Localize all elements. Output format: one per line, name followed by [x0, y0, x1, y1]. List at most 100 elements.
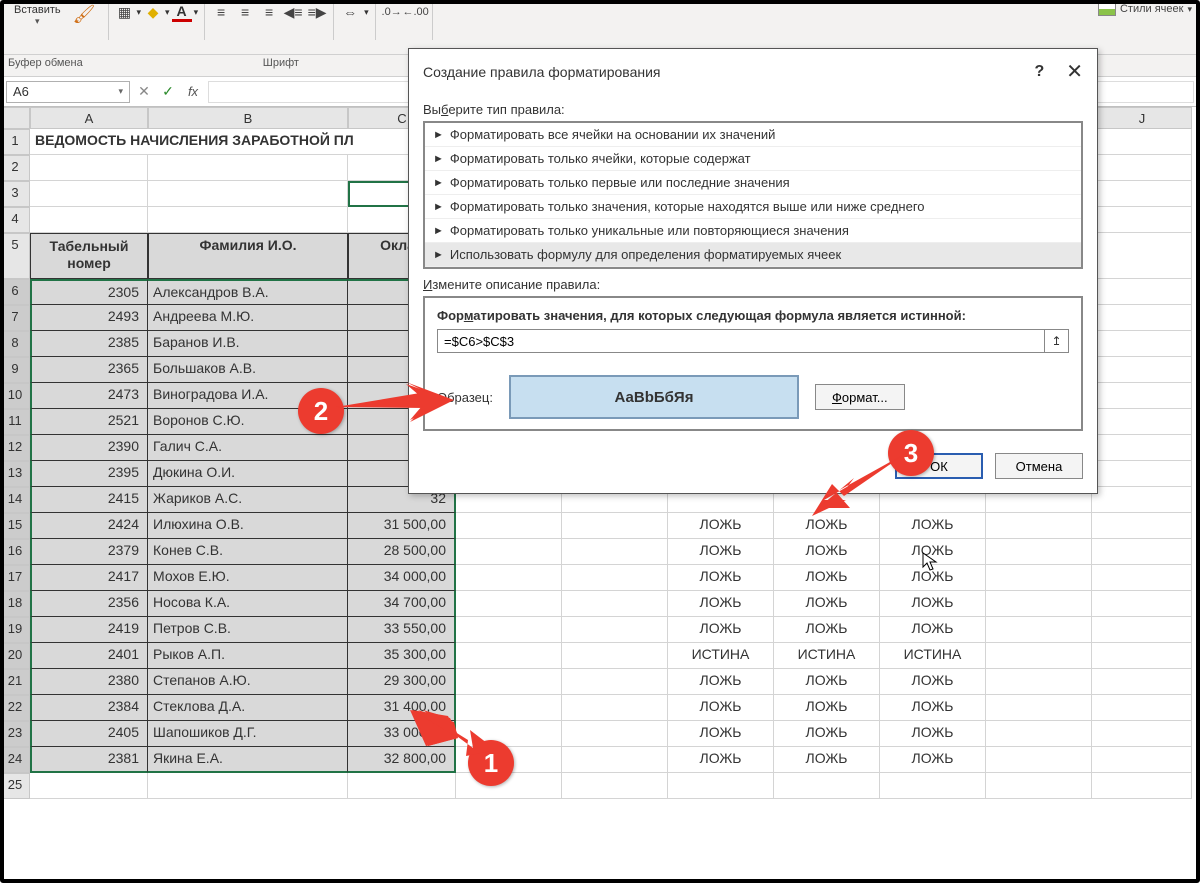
select-all-corner[interactable]	[0, 107, 30, 129]
decimal-right-icon[interactable]: ←.00	[406, 2, 426, 22]
cell-f[interactable]: ЛОЖЬ	[668, 669, 774, 695]
cell[interactable]	[562, 591, 668, 617]
cell-h[interactable]: ЛОЖЬ	[880, 565, 986, 591]
row-header[interactable]: 13	[0, 461, 30, 487]
cell[interactable]	[1092, 643, 1192, 669]
cell[interactable]	[1092, 155, 1192, 181]
cell-h[interactable]: ЛОЖЬ	[880, 669, 986, 695]
cell-id[interactable]: 2473	[30, 383, 148, 409]
indent-increase-icon[interactable]: ≡▶	[307, 2, 327, 22]
name-box[interactable]: A6 ▾	[6, 81, 130, 103]
cell-name[interactable]: Мохов Е.Ю.	[148, 565, 348, 591]
cell-f[interactable]: ЛОЖЬ	[668, 513, 774, 539]
cell-f[interactable]: ИСТИНА	[668, 643, 774, 669]
cell-f[interactable]: ЛОЖЬ	[668, 721, 774, 747]
row-header[interactable]: 2	[0, 155, 30, 181]
cell-name[interactable]: Рыков А.П.	[148, 643, 348, 669]
cell-g[interactable]: ЛОЖЬ	[774, 617, 880, 643]
align-right-icon[interactable]: ≡	[259, 2, 279, 22]
cell[interactable]	[148, 181, 348, 207]
cell[interactable]	[1092, 565, 1192, 591]
cell[interactable]	[562, 539, 668, 565]
cell[interactable]	[668, 773, 774, 799]
cell-id[interactable]: 2356	[30, 591, 148, 617]
cell-name[interactable]: Илюхина О.В.	[148, 513, 348, 539]
rule-type-list[interactable]: ►Форматировать все ячейки на основании и…	[423, 121, 1083, 269]
cell-g[interactable]: ЛОЖЬ	[774, 591, 880, 617]
cell[interactable]	[1092, 357, 1192, 383]
column-header[interactable]: B	[148, 107, 348, 129]
cell-id[interactable]: 2390	[30, 435, 148, 461]
cell-val[interactable]: 35 300,00	[348, 643, 456, 669]
font-color-icon[interactable]: A	[172, 2, 192, 22]
cell[interactable]	[148, 155, 348, 181]
help-icon[interactable]: ?	[1034, 63, 1044, 81]
cell-h[interactable]: ЛОЖЬ	[880, 747, 986, 773]
cell[interactable]	[1092, 513, 1192, 539]
cell[interactable]	[562, 695, 668, 721]
cell[interactable]	[1092, 487, 1192, 513]
cell[interactable]	[1092, 129, 1192, 155]
format-button[interactable]: Формат...	[815, 384, 905, 410]
cell[interactable]	[986, 539, 1092, 565]
cell[interactable]	[1092, 461, 1192, 487]
cell-id[interactable]: 2385	[30, 331, 148, 357]
indent-decrease-icon[interactable]: ◀≡	[283, 2, 303, 22]
row-header[interactable]: 25	[0, 773, 30, 799]
cell-f[interactable]: ЛОЖЬ	[668, 617, 774, 643]
cell[interactable]	[1092, 409, 1192, 435]
cell[interactable]	[456, 643, 562, 669]
cell-name[interactable]: Стеклова Д.А.	[148, 695, 348, 721]
cell-name[interactable]: Якина Е.А.	[148, 747, 348, 773]
cell-id[interactable]: 2493	[30, 305, 148, 331]
cell[interactable]	[1092, 773, 1192, 799]
row-header[interactable]: 3	[0, 181, 30, 207]
cell-g[interactable]: ЛОЖЬ	[774, 721, 880, 747]
row-header[interactable]: 10	[0, 383, 30, 409]
row-header[interactable]: 14	[0, 487, 30, 513]
row-header[interactable]: 8	[0, 331, 30, 357]
cell[interactable]	[562, 773, 668, 799]
row-header[interactable]: 16	[0, 539, 30, 565]
cell-id[interactable]: 2405	[30, 721, 148, 747]
cell-name[interactable]: Конев С.В.	[148, 539, 348, 565]
cell[interactable]	[30, 773, 148, 799]
cell-id[interactable]: 2305	[30, 279, 148, 305]
cell[interactable]	[148, 207, 348, 233]
row-header[interactable]: 4	[0, 207, 30, 233]
cell-val[interactable]: 29 300,00	[348, 669, 456, 695]
cell[interactable]	[562, 617, 668, 643]
cell-h[interactable]: ЛОЖЬ	[880, 617, 986, 643]
cell[interactable]	[1092, 305, 1192, 331]
cell-id[interactable]: 2380	[30, 669, 148, 695]
cell-name[interactable]: Андреева М.Ю.	[148, 305, 348, 331]
row-header[interactable]: 1	[0, 129, 30, 155]
row-header[interactable]: 21	[0, 669, 30, 695]
cell[interactable]	[986, 773, 1092, 799]
merge-icon[interactable]: ⇔	[340, 2, 360, 22]
cell-g[interactable]: ЛОЖЬ	[774, 565, 880, 591]
cell[interactable]	[456, 539, 562, 565]
rule-type-item[interactable]: ►Форматировать только ячейки, которые со…	[425, 147, 1081, 171]
cell-name[interactable]: Александров В.А.	[148, 279, 348, 305]
cell-val[interactable]: 31 500,00	[348, 513, 456, 539]
row-header[interactable]: 18	[0, 591, 30, 617]
cell[interactable]	[1092, 279, 1192, 305]
cell[interactable]	[1092, 383, 1192, 409]
cell-name[interactable]: Дюкина О.И.	[148, 461, 348, 487]
cell-name[interactable]: Петров С.В.	[148, 617, 348, 643]
cell[interactable]	[562, 565, 668, 591]
cell[interactable]	[148, 773, 348, 799]
column-header[interactable]: A	[30, 107, 148, 129]
cell-f[interactable]: ЛОЖЬ	[668, 591, 774, 617]
cell-id[interactable]: 2415	[30, 487, 148, 513]
cell-id[interactable]: 2365	[30, 357, 148, 383]
cell-id[interactable]: 2384	[30, 695, 148, 721]
cell-id[interactable]: 2381	[30, 747, 148, 773]
cell[interactable]	[986, 721, 1092, 747]
range-selector-icon[interactable]: ↥	[1045, 329, 1069, 353]
enter-formula-icon[interactable]: ✓	[158, 83, 178, 100]
row-header[interactable]: 23	[0, 721, 30, 747]
cell-name[interactable]: Баранов И.В.	[148, 331, 348, 357]
cell[interactable]	[1092, 233, 1192, 279]
